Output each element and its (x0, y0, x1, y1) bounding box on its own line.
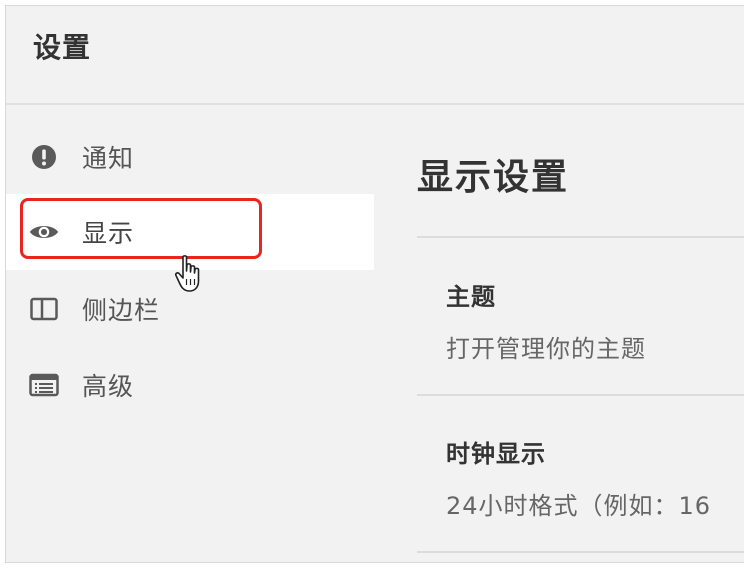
settings-sidebar: 通知 显示 侧边栏 高级 (6, 105, 374, 562)
hand-cursor-icon (174, 255, 200, 292)
sidebar-item-label: 通知 (82, 144, 135, 173)
divider (417, 394, 744, 396)
sidebar-item-advanced[interactable]: 高级 (6, 347, 374, 423)
alert-icon (29, 142, 59, 172)
theme-setting-title[interactable]: 主题 (446, 277, 496, 312)
clock-setting-title[interactable]: 时钟显示 (446, 434, 546, 469)
sidebar-item-label: 显示 (82, 219, 135, 248)
sidebar-item-notifications[interactable]: 通知 (6, 119, 374, 195)
advanced-icon (29, 370, 59, 400)
theme-setting-description: 打开管理你的主题 (446, 335, 646, 363)
clock-setting-description: 24小时格式（例如：16 (446, 492, 712, 520)
settings-window: 设置 通知 显示 侧边栏 高级 显示设置 主题 打开管理你的主题 时钟显示 24… (5, 5, 744, 563)
window-title: 设置 (33, 31, 92, 64)
display-settings-panel: 显示设置 主题 打开管理你的主题 时钟显示 24小时格式（例如：16 (374, 105, 744, 562)
divider (417, 236, 744, 238)
sidebar-item-label: 高级 (82, 372, 135, 401)
divider (417, 551, 744, 553)
settings-header: 设置 (6, 6, 744, 105)
eye-icon (29, 217, 59, 247)
sidebar-item-label: 侧边栏 (82, 296, 161, 325)
sidebar-icon (29, 294, 59, 324)
page-title: 显示设置 (417, 157, 570, 198)
